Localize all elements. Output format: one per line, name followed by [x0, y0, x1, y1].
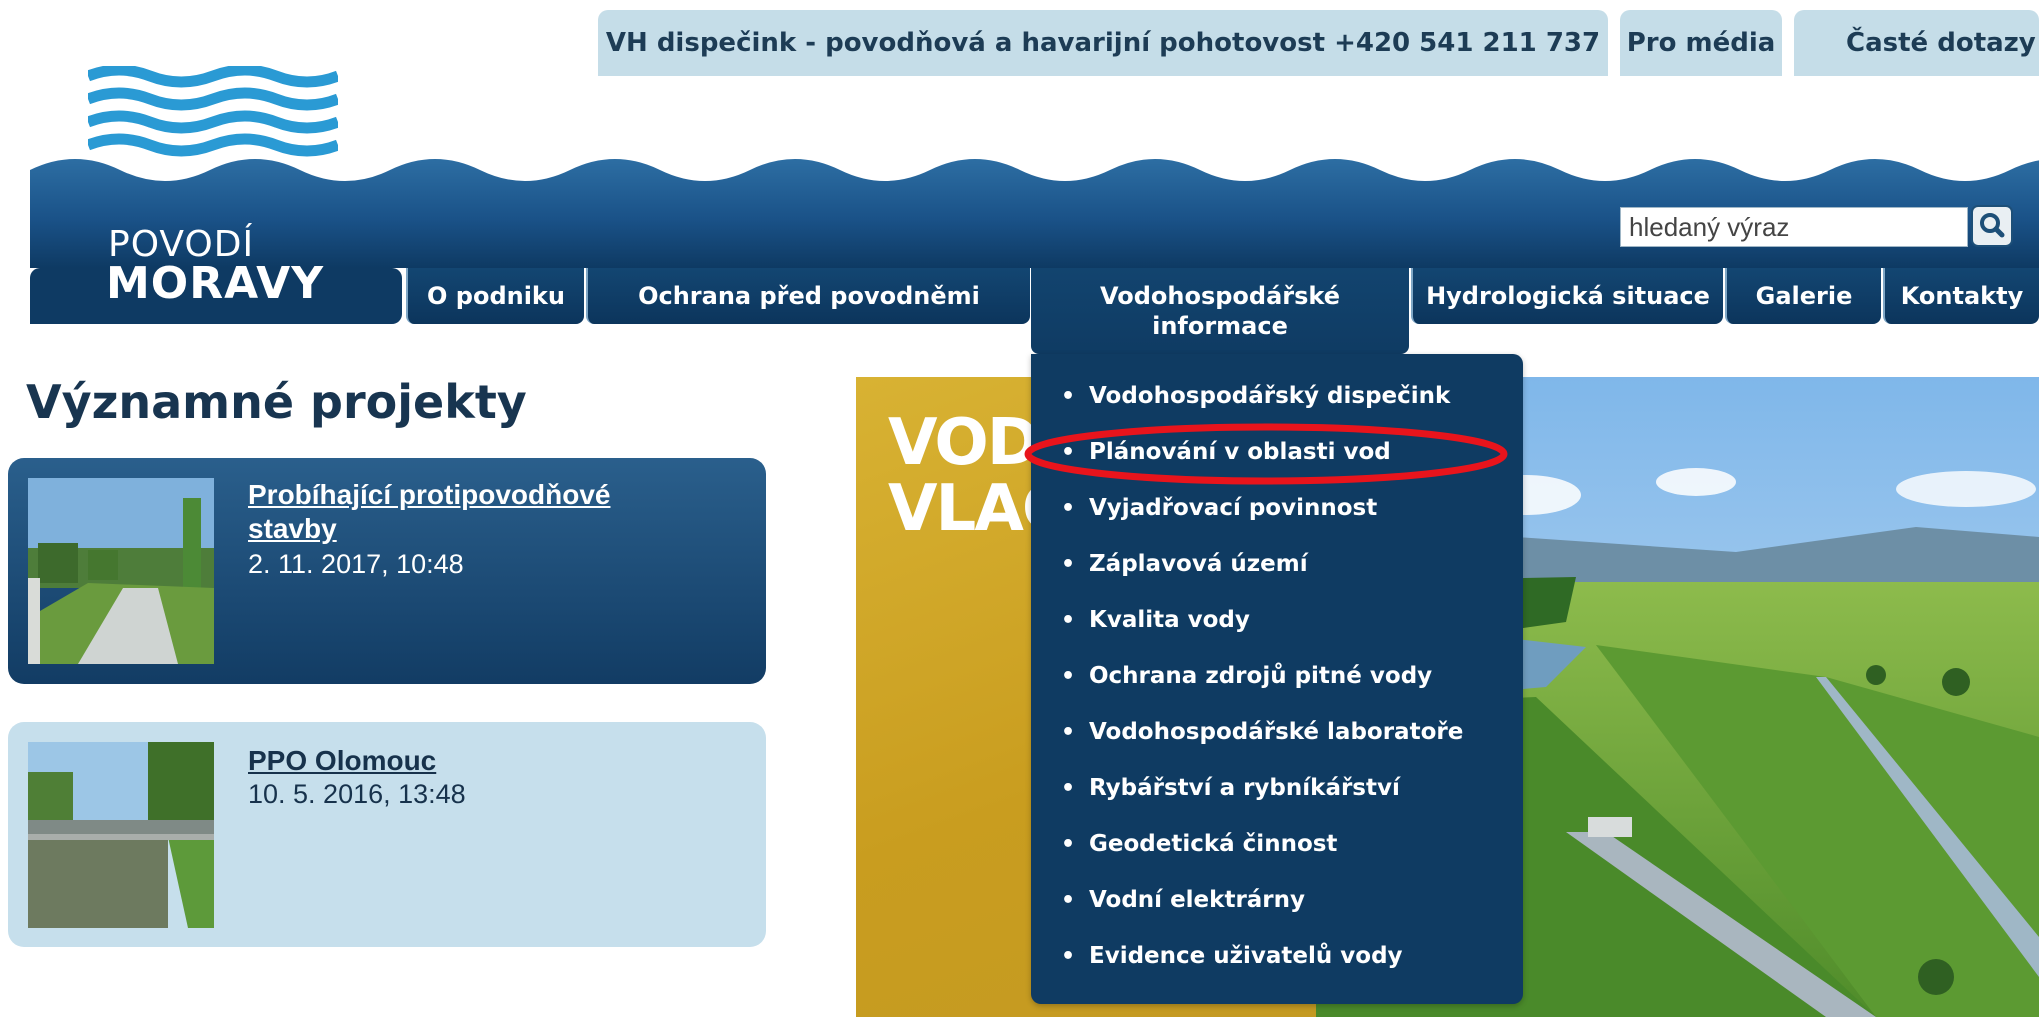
menu-item-zaplavova-uzemi[interactable]: • Záplavová území	[1061, 541, 1308, 587]
project-title-link[interactable]: Probíhající protipovodňové stavby	[248, 478, 688, 546]
menu-item-evidence-uzivatelu-vody[interactable]: • Evidence uživatelů vody	[1061, 933, 1403, 979]
bullet-icon: •	[1061, 496, 1076, 521]
bullet-icon: •	[1061, 888, 1076, 913]
menu-item-label: Vodohospodářské laboratoře	[1089, 719, 1464, 745]
menu-item-label: Plánování v oblasti vod	[1089, 439, 1391, 465]
menu-item-planovani-v-oblasti-vod[interactable]: • Plánování v oblasti vod	[1061, 429, 1391, 475]
project-title-line2: stavby	[248, 513, 337, 544]
menu-item-label: Vodní elektrárny	[1089, 887, 1306, 913]
menu-item-label: Ochrana zdrojů pitné vody	[1089, 663, 1433, 689]
bullet-icon: •	[1061, 832, 1076, 857]
menu-item-vodni-elektrarny[interactable]: • Vodní elektrárny	[1061, 877, 1305, 923]
search-icon	[1980, 213, 2005, 238]
menu-item-label: Vyjadřovací povinnost	[1089, 495, 1378, 521]
bullet-icon: •	[1061, 720, 1076, 745]
dispatch-hotline-link[interactable]: VH dispečink - povodňová a havarijní poh…	[598, 10, 1608, 76]
page: POVODÍ MORAVY VH dispečink - povodňová a…	[0, 0, 2039, 1017]
menu-item-vodohospodarsky-dispecink[interactable]: • Vodohospodářský dispečink	[1061, 373, 1450, 419]
menu-item-vyjadrovaci-povinnost[interactable]: • Vyjadřovací povinnost	[1061, 485, 1377, 531]
nav-vodohosp-line2: informace	[1152, 312, 1288, 340]
logo-waves-icon	[88, 66, 338, 157]
menu-item-label: Rybářství a rybníkářství	[1089, 775, 1400, 801]
project-card[interactable]: Probíhající protipovodňové stavby 2. 11.…	[8, 458, 766, 684]
project-card[interactable]: PPO Olomouc 10. 5. 2016, 13:48	[8, 722, 766, 947]
search-input[interactable]	[1620, 207, 1968, 247]
bullet-icon: •	[1061, 776, 1076, 801]
nav-vodohosp-line1: Vodohospodářské	[1099, 282, 1341, 310]
menu-item-label: Záplavová území	[1089, 551, 1308, 577]
nav-ochrana-pred-povodnemi[interactable]: Ochrana před povodněmi	[586, 268, 1030, 324]
menu-item-label: Vodohospodářský dispečink	[1089, 383, 1451, 409]
bullet-icon: •	[1061, 664, 1076, 689]
project-date: 10. 5. 2016, 13:48	[248, 779, 466, 809]
nav-o-podniku[interactable]: O podniku	[406, 268, 584, 324]
search-button[interactable]	[1971, 205, 2013, 247]
section-title: Významné projekty	[26, 375, 527, 429]
nav-vodohospodarske-informace[interactable]: Vodohospodářské informace	[1031, 268, 1409, 354]
menu-item-ochrana-zdroju-pitne-vody[interactable]: • Ochrana zdrojů pitné vody	[1061, 653, 1432, 699]
nav-galerie[interactable]: Galerie	[1725, 268, 1881, 324]
bullet-icon: •	[1061, 384, 1076, 409]
menu-item-label: Geodetická činnost	[1089, 831, 1338, 857]
project-title-line1: Probíhající protipovodňové	[248, 479, 611, 510]
media-link[interactable]: Pro média	[1620, 10, 1782, 76]
menu-item-geodeticka-cinnost[interactable]: • Geodetická činnost	[1061, 821, 1337, 867]
bullet-icon: •	[1061, 608, 1076, 633]
dropdown-menu-vodohospodarske: • Vodohospodářský dispečink • Plánování v …	[1031, 354, 1523, 1004]
menu-item-rybarstvi-a-rybnikarstvi[interactable]: • Rybářství a rybníkářství	[1061, 765, 1400, 811]
bullet-icon: •	[1061, 944, 1076, 969]
bullet-icon: •	[1061, 440, 1076, 465]
menu-item-label: Evidence uživatelů vody	[1089, 943, 1403, 969]
menu-item-kvalita-vody[interactable]: • Kvalita vody	[1061, 597, 1250, 643]
nav-kontakty[interactable]: Kontakty	[1883, 268, 2039, 324]
menu-item-vodohospodarske-laboratore[interactable]: • Vodohospodářské laboratoře	[1061, 709, 1463, 755]
faq-link[interactable]: Časté dotazy	[1794, 10, 2039, 76]
logo-text-moravy[interactable]: MORAVY	[106, 258, 324, 309]
project-title-link[interactable]: PPO Olomouc	[248, 744, 436, 778]
bullet-icon: •	[1061, 552, 1076, 577]
project-thumbnail[interactable]	[28, 742, 214, 928]
nav-hydrologicka-situace[interactable]: Hydrologická situace	[1411, 268, 1723, 324]
project-thumbnail[interactable]	[28, 478, 214, 664]
project-date: 2. 11. 2017, 10:48	[248, 549, 464, 579]
menu-item-label: Kvalita vody	[1089, 607, 1250, 633]
